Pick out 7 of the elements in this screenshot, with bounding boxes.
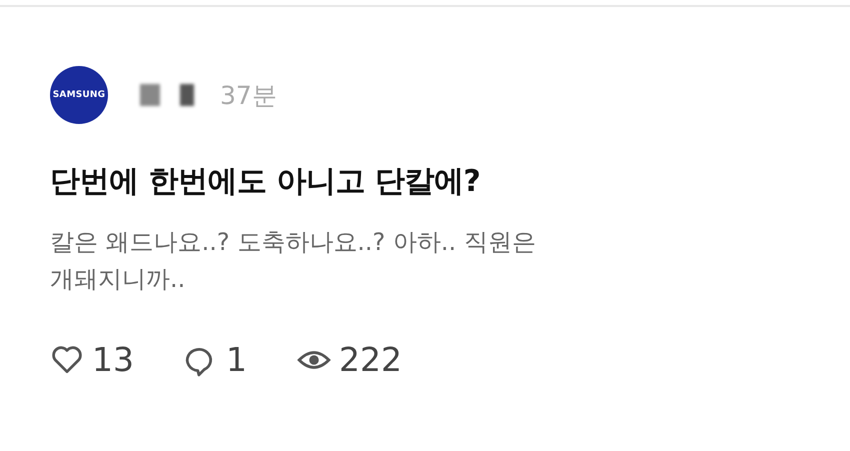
post-body: 칼은 왜드나요..? 도축하나요..? 아하.. 직원은 개돼지니까.. (50, 227, 537, 295)
stat-count: 13 (92, 340, 134, 379)
post-time: 37분 (220, 80, 277, 112)
stat-count: 1 (226, 340, 247, 379)
stat-count: 222 (339, 340, 402, 379)
avatar-logo: SAMSUNG (50, 66, 108, 124)
post-title: 단번에 한번에도 아니고 단칼에? (50, 163, 482, 201)
